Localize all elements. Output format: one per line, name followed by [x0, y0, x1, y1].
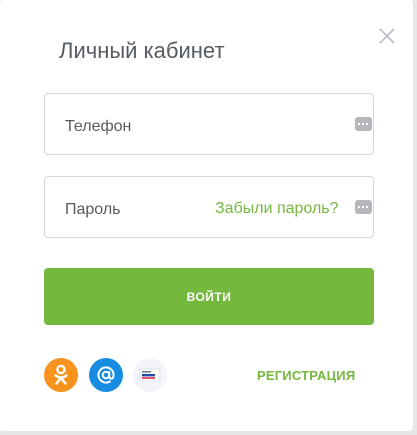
password-placeholder: Пароль [65, 201, 121, 218]
close-icon [379, 28, 395, 44]
gosuslugi-icon [139, 368, 161, 382]
login-button[interactable]: ВОЙТИ [44, 268, 374, 325]
odnoklassniki-icon [54, 364, 68, 385]
gosuslugi-button[interactable] [133, 358, 167, 392]
close-button[interactable] [377, 26, 397, 46]
odnoklassniki-button[interactable] [44, 358, 78, 392]
phone-placeholder: Телефон [65, 118, 132, 135]
autofill-icon[interactable] [355, 117, 372, 131]
dialog-title: Личный кабинет [59, 38, 225, 63]
autofill-icon[interactable] [355, 200, 372, 214]
password-field[interactable]: Пароль Забыли пароль? [44, 176, 374, 238]
phone-field[interactable]: Телефон [44, 93, 374, 155]
register-link[interactable]: РЕГИСТРАЦИЯ [257, 368, 355, 383]
login-dialog: Личный кабинет Телефон Пароль Забыли пар… [0, 0, 413, 431]
mail-ru-button[interactable] [89, 358, 123, 392]
forgot-password-link[interactable]: Забыли пароль? [215, 200, 339, 218]
mail-ru-icon [97, 366, 115, 384]
